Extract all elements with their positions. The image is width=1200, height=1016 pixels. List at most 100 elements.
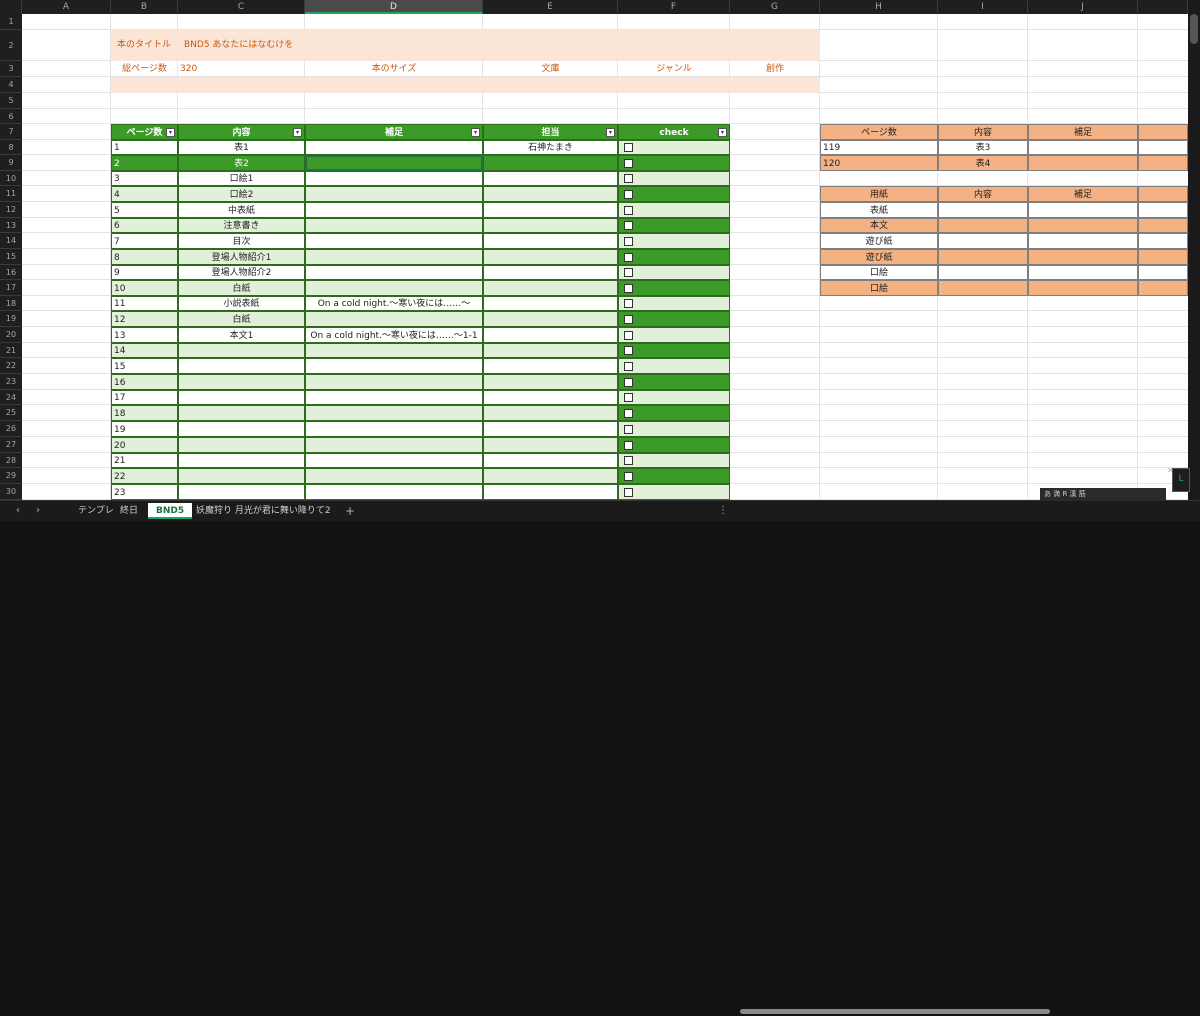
main-row-check[interactable] <box>618 390 730 405</box>
main-row-check[interactable] <box>618 484 730 500</box>
row-header-29[interactable]: 29 <box>0 468 22 484</box>
side2-header-0[interactable]: 用紙 <box>820 186 938 202</box>
main-row-content[interactable]: 白紙 <box>178 311 305 327</box>
main-row-check[interactable] <box>618 311 730 327</box>
tab-next-button[interactable]: › <box>36 503 40 519</box>
column-header-k[interactable] <box>1138 0 1188 14</box>
main-row-owner[interactable] <box>483 421 618 437</box>
row-header-14[interactable]: 14 <box>0 233 22 249</box>
main-row-content[interactable]: 登場人物紹介2 <box>178 265 305 280</box>
checkbox-icon[interactable] <box>624 190 633 199</box>
column-header-i[interactable]: I <box>938 0 1028 14</box>
main-row-note[interactable] <box>305 468 483 484</box>
side2-header-2[interactable]: 補足 <box>1028 186 1138 202</box>
main-row-content[interactable]: 口絵2 <box>178 186 305 202</box>
main-row-page[interactable]: 9 <box>111 265 178 280</box>
row-header-10[interactable]: 10 <box>0 171 22 186</box>
bunko-label[interactable]: 文庫 <box>483 61 618 77</box>
filter-dropdown-icon[interactable]: ▾ <box>606 128 615 137</box>
row-header-6[interactable]: 6 <box>0 109 22 124</box>
side2-header-extra[interactable] <box>1138 186 1188 202</box>
column-header-e[interactable]: E <box>483 0 618 14</box>
main-row-page[interactable]: 13 <box>111 327 178 343</box>
info-band-bottom[interactable] <box>111 77 820 93</box>
vertical-scroll-thumb[interactable] <box>1190 14 1198 44</box>
main-row-check[interactable] <box>618 202 730 218</box>
main-row-note[interactable] <box>305 218 483 233</box>
row-header-12[interactable]: 12 <box>0 202 22 218</box>
genre-label[interactable]: ジャンル <box>618 61 730 77</box>
side2-row-extra[interactable] <box>1138 218 1188 233</box>
main-header-2[interactable]: 補足 ▾ <box>305 124 483 140</box>
excel-app-icon[interactable]: L <box>1172 468 1190 492</box>
row-header-9[interactable]: 9 <box>0 155 22 171</box>
main-row-check[interactable] <box>618 155 730 171</box>
checkbox-icon[interactable] <box>624 299 633 308</box>
sheet-tab-youma[interactable]: 妖魔狩り 月光が君に舞い降りて2 <box>188 503 339 519</box>
checkbox-icon[interactable] <box>624 425 633 434</box>
side1-row-note[interactable] <box>1028 155 1138 171</box>
main-row-content[interactable] <box>178 468 305 484</box>
main-row-owner[interactable] <box>483 468 618 484</box>
main-row-page[interactable]: 17 <box>111 390 178 405</box>
main-row-check[interactable] <box>618 218 730 233</box>
checkbox-icon[interactable] <box>624 143 633 152</box>
row-header-20[interactable]: 20 <box>0 327 22 343</box>
checkbox-icon[interactable] <box>624 206 633 215</box>
side2-row-content[interactable] <box>938 218 1028 233</box>
side2-row-paper[interactable]: 口絵 <box>820 280 938 296</box>
main-row-note[interactable]: On a cold night.〜寒い夜には……〜 <box>305 296 483 311</box>
main-row-content[interactable]: 口絵1 <box>178 171 305 186</box>
main-row-note[interactable] <box>305 202 483 218</box>
checkbox-icon[interactable] <box>624 253 633 262</box>
main-row-content[interactable] <box>178 405 305 421</box>
main-row-check[interactable] <box>618 421 730 437</box>
main-row-owner[interactable]: 石神たまき <box>483 140 618 155</box>
checkbox-icon[interactable] <box>624 346 633 355</box>
side2-row-paper[interactable]: 表紙 <box>820 202 938 218</box>
main-row-page[interactable]: 8 <box>111 249 178 265</box>
main-row-note[interactable]: On a cold night.〜寒い夜には……〜1-1 <box>305 327 483 343</box>
main-row-content[interactable] <box>178 374 305 390</box>
side2-row-note[interactable] <box>1028 218 1138 233</box>
side2-header-1[interactable]: 内容 <box>938 186 1028 202</box>
side1-header-extra[interactable] <box>1138 124 1188 140</box>
spreadsheet-grid[interactable]: ABCDEFGHIJ 1 2 3 4 5 6 7 8 9 10 11 12 13 14 15 16 17 18 19… <box>0 0 1200 500</box>
title-value[interactable]: BND5 あなたにはなむけを <box>178 30 618 61</box>
main-row-check[interactable] <box>618 327 730 343</box>
side2-row-paper[interactable]: 遊び紙 <box>820 249 938 265</box>
checkbox-icon[interactable] <box>624 362 633 371</box>
main-row-owner[interactable] <box>483 343 618 358</box>
side2-row-extra[interactable] <box>1138 280 1188 296</box>
main-row-check[interactable] <box>618 468 730 484</box>
main-row-check[interactable] <box>618 405 730 421</box>
side1-header-0[interactable]: ページ数 <box>820 124 938 140</box>
side1-row-content[interactable]: 表3 <box>938 140 1028 155</box>
main-row-note[interactable] <box>305 453 483 468</box>
row-header-2[interactable]: 2 <box>0 30 22 61</box>
main-row-owner[interactable] <box>483 390 618 405</box>
main-row-page[interactable]: 3 <box>111 171 178 186</box>
main-row-note[interactable] <box>305 280 483 296</box>
main-row-note[interactable] <box>305 140 483 155</box>
row-header-7[interactable]: 7 <box>0 124 22 140</box>
side1-row-page[interactable]: 119 <box>820 140 938 155</box>
main-row-content[interactable] <box>178 421 305 437</box>
main-row-note[interactable] <box>305 265 483 280</box>
checkbox-icon[interactable] <box>624 159 633 168</box>
checkbox-icon[interactable] <box>624 315 633 324</box>
main-row-note[interactable] <box>305 311 483 327</box>
main-row-check[interactable] <box>618 186 730 202</box>
horizontal-scroll-thumb[interactable] <box>740 1009 1050 1014</box>
row-header-3[interactable]: 3 <box>0 61 22 77</box>
row-header-27[interactable]: 27 <box>0 437 22 453</box>
main-row-content[interactable] <box>178 390 305 405</box>
column-header-j[interactable]: J <box>1028 0 1138 14</box>
main-row-note[interactable] <box>305 233 483 249</box>
main-row-check[interactable] <box>618 343 730 358</box>
row-header-30[interactable]: 30 <box>0 484 22 500</box>
side2-row-content[interactable] <box>938 280 1028 296</box>
main-row-owner[interactable] <box>483 358 618 374</box>
row-header-22[interactable]: 22 <box>0 358 22 374</box>
main-row-page[interactable]: 18 <box>111 405 178 421</box>
